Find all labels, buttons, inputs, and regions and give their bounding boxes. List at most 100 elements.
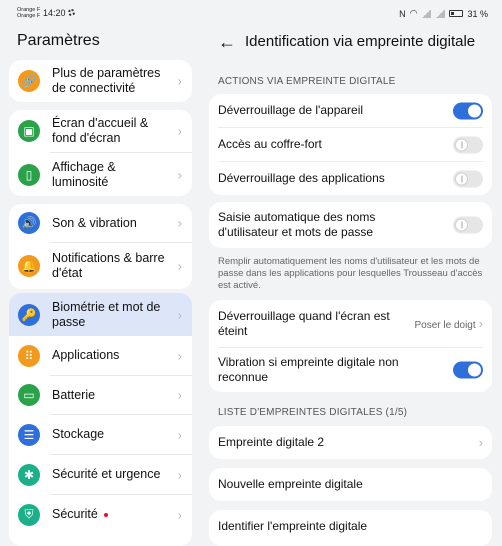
item-security[interactable]: ⛨ Sécurité › <box>9 495 192 534</box>
item-connectivity-label: Plus de paramètres de connectivité <box>52 66 161 95</box>
row-autofill-label: Saisie automatique des noms d'utilisateu… <box>218 210 376 239</box>
identify-fingerprint-label: Identifier l'empreinte digitale <box>218 519 368 533</box>
card-sound: 🔊 Son & vibration › 🔔 Notifications & ba… <box>9 204 192 289</box>
item-connectivity[interactable]: 🔗 Plus de paramètres de connectivité › <box>9 60 192 102</box>
row-app-unlock[interactable]: Déverrouillage des applications <box>209 162 492 195</box>
item-storage[interactable]: ☰ Stockage › <box>9 415 192 454</box>
alert-dot <box>103 512 108 517</box>
chevron-right-icon: › <box>177 167 182 182</box>
chevron-right-icon: › <box>478 434 483 450</box>
vibration-toggle[interactable] <box>453 361 483 379</box>
wallpaper-icon: ▣ <box>18 120 40 142</box>
fingerprint-pane: ← Identification via empreinte digitale … <box>209 26 502 546</box>
item-security-label: Sécurité <box>52 507 98 521</box>
storage-icon: ☰ <box>18 423 40 446</box>
chevron-right-icon: › <box>478 315 483 331</box>
back-arrow-icon[interactable]: ← <box>218 32 236 53</box>
item-apps-label: Applications <box>52 348 120 362</box>
nfc-icon: N <box>399 8 406 19</box>
chevron-right-icon: › <box>177 73 182 89</box>
vault-toggle[interactable] <box>453 136 483 153</box>
item-battery-label: Batterie <box>52 387 96 402</box>
carrier-2: Orange F <box>17 13 41 19</box>
screen-off-value-text: Poser le doigt <box>414 319 476 331</box>
chevron-right-icon: › <box>177 348 182 363</box>
apps-icon: ⠿ <box>18 344 40 367</box>
item-sound[interactable]: 🔊 Son & vibration › <box>9 204 192 242</box>
row-vault[interactable]: Accès au coffre-fort <box>209 128 492 161</box>
settings-notification-icon <box>68 9 75 16</box>
chevron-right-icon: › <box>177 507 182 522</box>
card-connectivity: 🔗 Plus de paramètres de connectivité › <box>9 60 192 102</box>
chevron-right-icon: › <box>177 387 182 403</box>
shield-icon: ⛨ <box>18 503 40 526</box>
chevron-right-icon: › <box>177 123 182 139</box>
bell-icon: 🔔 <box>18 255 40 277</box>
settings-list-pane: Paramètres 🔗 Plus de paramètres de conne… <box>0 26 200 546</box>
item-apps[interactable]: ⠿ Applications › <box>9 336 192 375</box>
chevron-right-icon: › <box>177 467 182 482</box>
row-app-unlock-label: Déverrouillage des applications <box>218 171 385 185</box>
screen-off-value: Poser le doigt › <box>415 315 484 333</box>
item-wallpaper[interactable]: ▣ Écran d'accueil & fond d'écran › <box>9 110 192 152</box>
battery-level: 31 % <box>467 8 488 19</box>
settings-title: Paramètres <box>17 32 100 49</box>
item-emergency[interactable]: ✱ Sécurité et urgence › <box>9 455 192 494</box>
card-display: ▣ Écran d'accueil & fond d'écran › ▯ Aff… <box>9 110 192 196</box>
section-list-header: LISTE D'EMPREINTES DIGITALES (1/5) <box>218 407 408 418</box>
battery-icon: ▭ <box>18 384 40 406</box>
battery-icon <box>449 10 464 17</box>
item-security-label-wrap: Sécurité <box>52 507 170 522</box>
identify-fingerprint-button[interactable]: Identifier l'empreinte digitale <box>209 510 492 543</box>
item-display-label: Affichage & luminosité <box>52 159 116 189</box>
item-wallpaper-label: Écran d'accueil & fond d'écran <box>52 116 149 145</box>
item-emergency-label: Sécurité et urgence <box>52 467 161 481</box>
clock: 14:20 <box>43 8 66 18</box>
item-battery[interactable]: ▭ Batterie › <box>9 376 192 414</box>
autofill-toggle[interactable] <box>453 216 483 234</box>
row-screen-off-label: Déverrouillage quand l'écran est éteint <box>218 308 390 338</box>
row-fingerprint-2[interactable]: Empreinte digitale 2 › <box>209 426 492 459</box>
chevron-right-icon: › <box>177 427 182 442</box>
row-device-unlock[interactable]: Déverrouillage de l'appareil <box>209 94 492 127</box>
card-autofill: Saisie automatique des noms d'utilisateu… <box>209 202 492 248</box>
signal-icon-1 <box>421 9 432 18</box>
status-bar: Orange F Orange F 14:20 N ◠ 31 % <box>0 0 502 26</box>
status-icons: N ◠ 31 % <box>399 8 488 19</box>
card-new-fingerprint: Nouvelle empreinte digitale <box>209 468 492 501</box>
row-vibration-label: Vibration si empreinte digitale non reco… <box>218 355 399 384</box>
display-icon: ▯ <box>18 163 40 186</box>
fingerprint-2-label: Empreinte digitale 2 <box>218 435 325 449</box>
speaker-icon: 🔊 <box>18 212 40 234</box>
card-actions: Déverrouillage de l'appareil Accès au co… <box>209 94 492 195</box>
card-system: 🔑 Biométrie et mot de passe › ⠿ Applicat… <box>9 293 192 546</box>
chevron-right-icon: › <box>177 258 182 274</box>
link-icon: 🔗 <box>18 70 40 92</box>
key-icon: 🔑 <box>18 303 40 326</box>
item-notifications[interactable]: 🔔 Notifications & barre d'état › <box>9 243 192 289</box>
card-fingerprint-list: Empreinte digitale 2 › <box>209 426 492 459</box>
app-unlock-toggle[interactable] <box>453 170 483 187</box>
row-autofill[interactable]: Saisie automatique des noms d'utilisateu… <box>209 202 492 248</box>
chevron-right-icon: › <box>177 307 182 322</box>
item-biometrics[interactable]: 🔑 Biométrie et mot de passe › <box>9 293 192 336</box>
card-identify-fingerprint: Identifier l'empreinte digitale <box>209 510 492 546</box>
card-screen-off: Déverrouillage quand l'écran est éteint … <box>209 300 492 392</box>
row-screen-off-unlock[interactable]: Déverrouillage quand l'écran est éteint … <box>209 300 492 347</box>
item-display[interactable]: ▯ Affichage & luminosité › <box>9 153 192 196</box>
section-actions-header: ACTIONS VIA EMPREINTE DIGITALE <box>218 76 396 87</box>
row-vibration[interactable]: Vibration si empreinte digitale non reco… <box>209 348 492 392</box>
signal-icon-2 <box>435 9 446 18</box>
row-vault-label: Accès au coffre-fort <box>218 137 322 151</box>
chevron-right-icon: › <box>177 215 182 231</box>
row-device-unlock-label: Déverrouillage de l'appareil <box>218 103 364 117</box>
device-unlock-toggle[interactable] <box>453 102 483 119</box>
item-sound-label: Son & vibration <box>52 215 137 230</box>
item-notifications-label: Notifications & barre d'état <box>52 251 165 280</box>
autofill-note: Remplir automatiquement les noms d'utili… <box>218 256 483 291</box>
item-biometrics-label: Biométrie et mot de passe <box>52 299 161 329</box>
new-fingerprint-button[interactable]: Nouvelle empreinte digitale <box>209 468 492 501</box>
new-fingerprint-label: Nouvelle empreinte digitale <box>218 477 363 491</box>
page-title: Identification via empreinte digitale <box>245 33 476 50</box>
carrier-labels: Orange F Orange F <box>17 7 40 19</box>
